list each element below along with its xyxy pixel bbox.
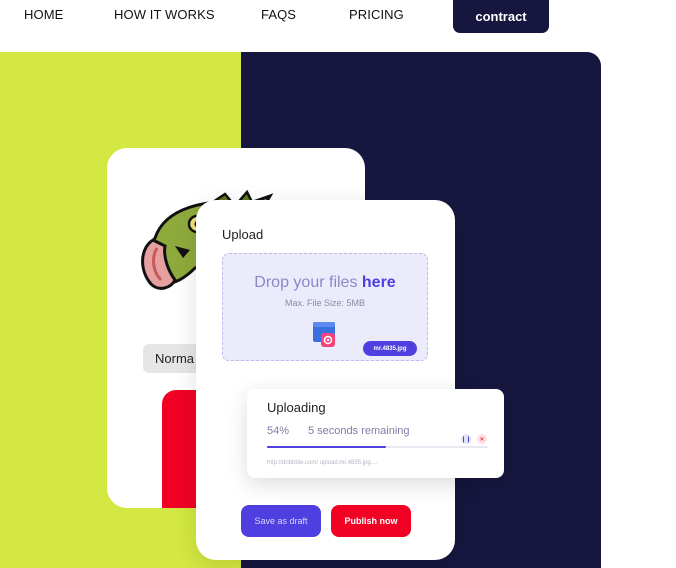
save-as-draft-button[interactable]: Save as draft xyxy=(241,505,321,537)
upload-url: http://dribbble.com/ upload.mr.4835.jpg.… xyxy=(267,460,378,466)
image-file-icon xyxy=(313,322,335,347)
uploading-card: Uploading 54% 5 seconds remaining ❙❙ ✕ h… xyxy=(247,389,504,478)
upload-percent: 54% xyxy=(267,425,290,437)
publish-now-button[interactable]: Publish now xyxy=(331,505,411,537)
upload-title: Upload xyxy=(222,227,264,242)
uploading-title: Uploading xyxy=(267,400,326,415)
drop-text: Drop your files here xyxy=(254,274,396,291)
drop-text-here: here xyxy=(361,274,396,291)
file-name-tag: mr.4835.jpg xyxy=(363,341,417,356)
nav-home[interactable]: HOME xyxy=(24,7,63,22)
nav-pricing[interactable]: PRICING xyxy=(349,7,404,22)
pause-icon[interactable]: ❙❙ xyxy=(461,434,471,444)
contract-button[interactable]: contract xyxy=(453,0,549,33)
upload-progress-bar xyxy=(267,446,488,448)
upload-card: Upload Drop your files here Max. File Si… xyxy=(196,200,455,560)
upload-time-remaining: 5 seconds remaining xyxy=(308,425,410,437)
max-file-size: Max. File Size: 5MB xyxy=(284,298,366,308)
nav-faqs[interactable]: FAQS xyxy=(261,7,296,22)
upload-progress-fill xyxy=(267,446,387,448)
close-icon[interactable]: ✕ xyxy=(477,434,487,444)
nav-how-it-works[interactable]: HOW IT WORKS xyxy=(114,7,215,22)
file-dropzone[interactable]: Drop your files here Max. File Size: 5MB… xyxy=(222,253,428,361)
